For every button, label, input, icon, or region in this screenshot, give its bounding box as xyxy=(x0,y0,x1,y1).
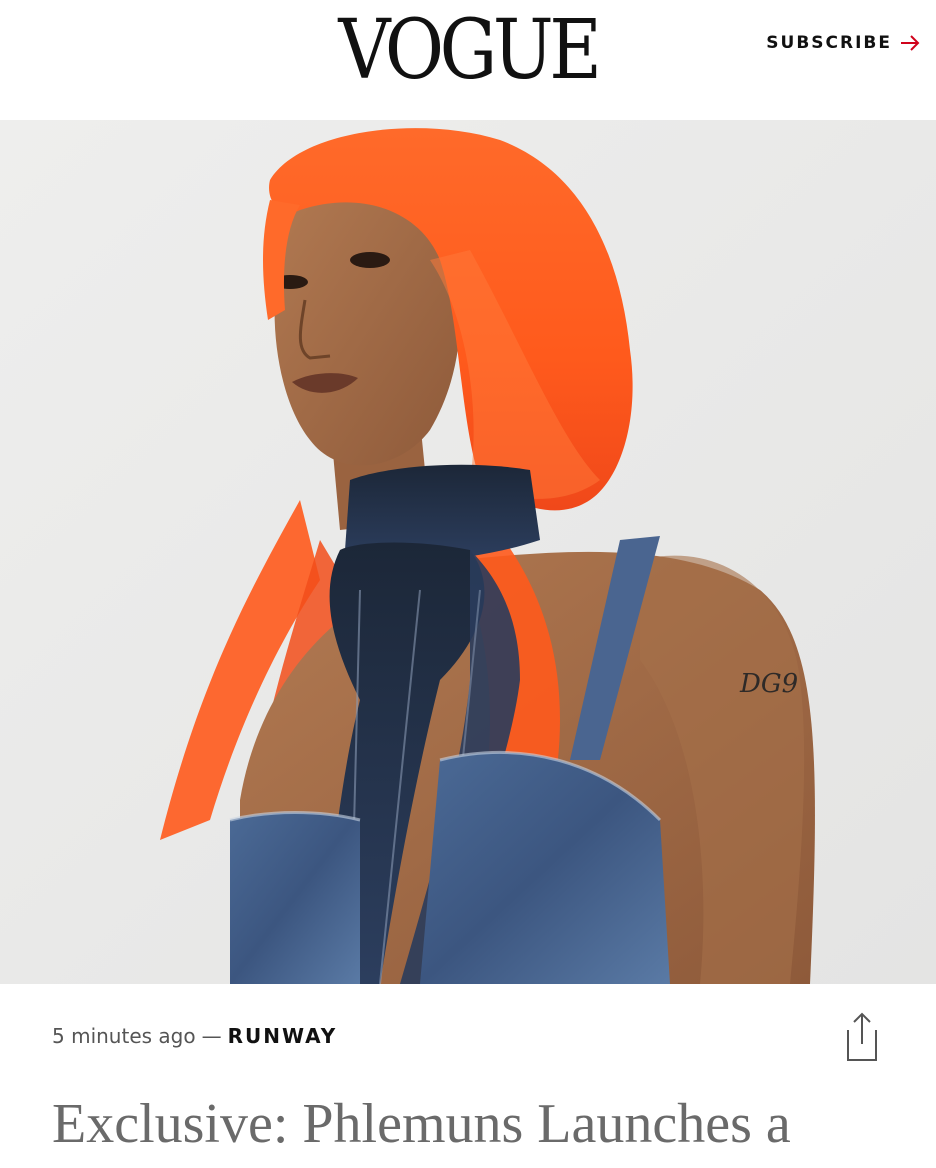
hero-image[interactable]: DG9 xyxy=(0,120,936,984)
meta-separator: — xyxy=(201,1024,222,1048)
timestamp: 5 minutes ago xyxy=(52,1024,196,1048)
site-header: VOGUE SUBSCRIBE xyxy=(0,0,936,120)
svg-text:DG9: DG9 xyxy=(739,669,798,699)
section-link-runway[interactable]: RUNWAY xyxy=(228,1024,338,1048)
subscribe-label: SUBSCRIBE xyxy=(766,33,892,53)
article-page: VOGUE SUBSCRIBE DG9 5 minutes ago — RUNW… xyxy=(0,0,936,1168)
share-icon xyxy=(842,1012,882,1062)
article-headline[interactable]: Exclusive: Phlemuns Launches a xyxy=(52,1088,922,1160)
model-portrait-photo: DG9 xyxy=(0,120,936,984)
share-button[interactable] xyxy=(842,1012,882,1062)
vogue-logo[interactable]: VOGUE xyxy=(56,6,880,96)
subscribe-link[interactable]: SUBSCRIBE xyxy=(766,33,920,53)
article-meta: 5 minutes ago — RUNWAY xyxy=(52,1024,337,1048)
arrow-right-icon xyxy=(900,35,920,51)
